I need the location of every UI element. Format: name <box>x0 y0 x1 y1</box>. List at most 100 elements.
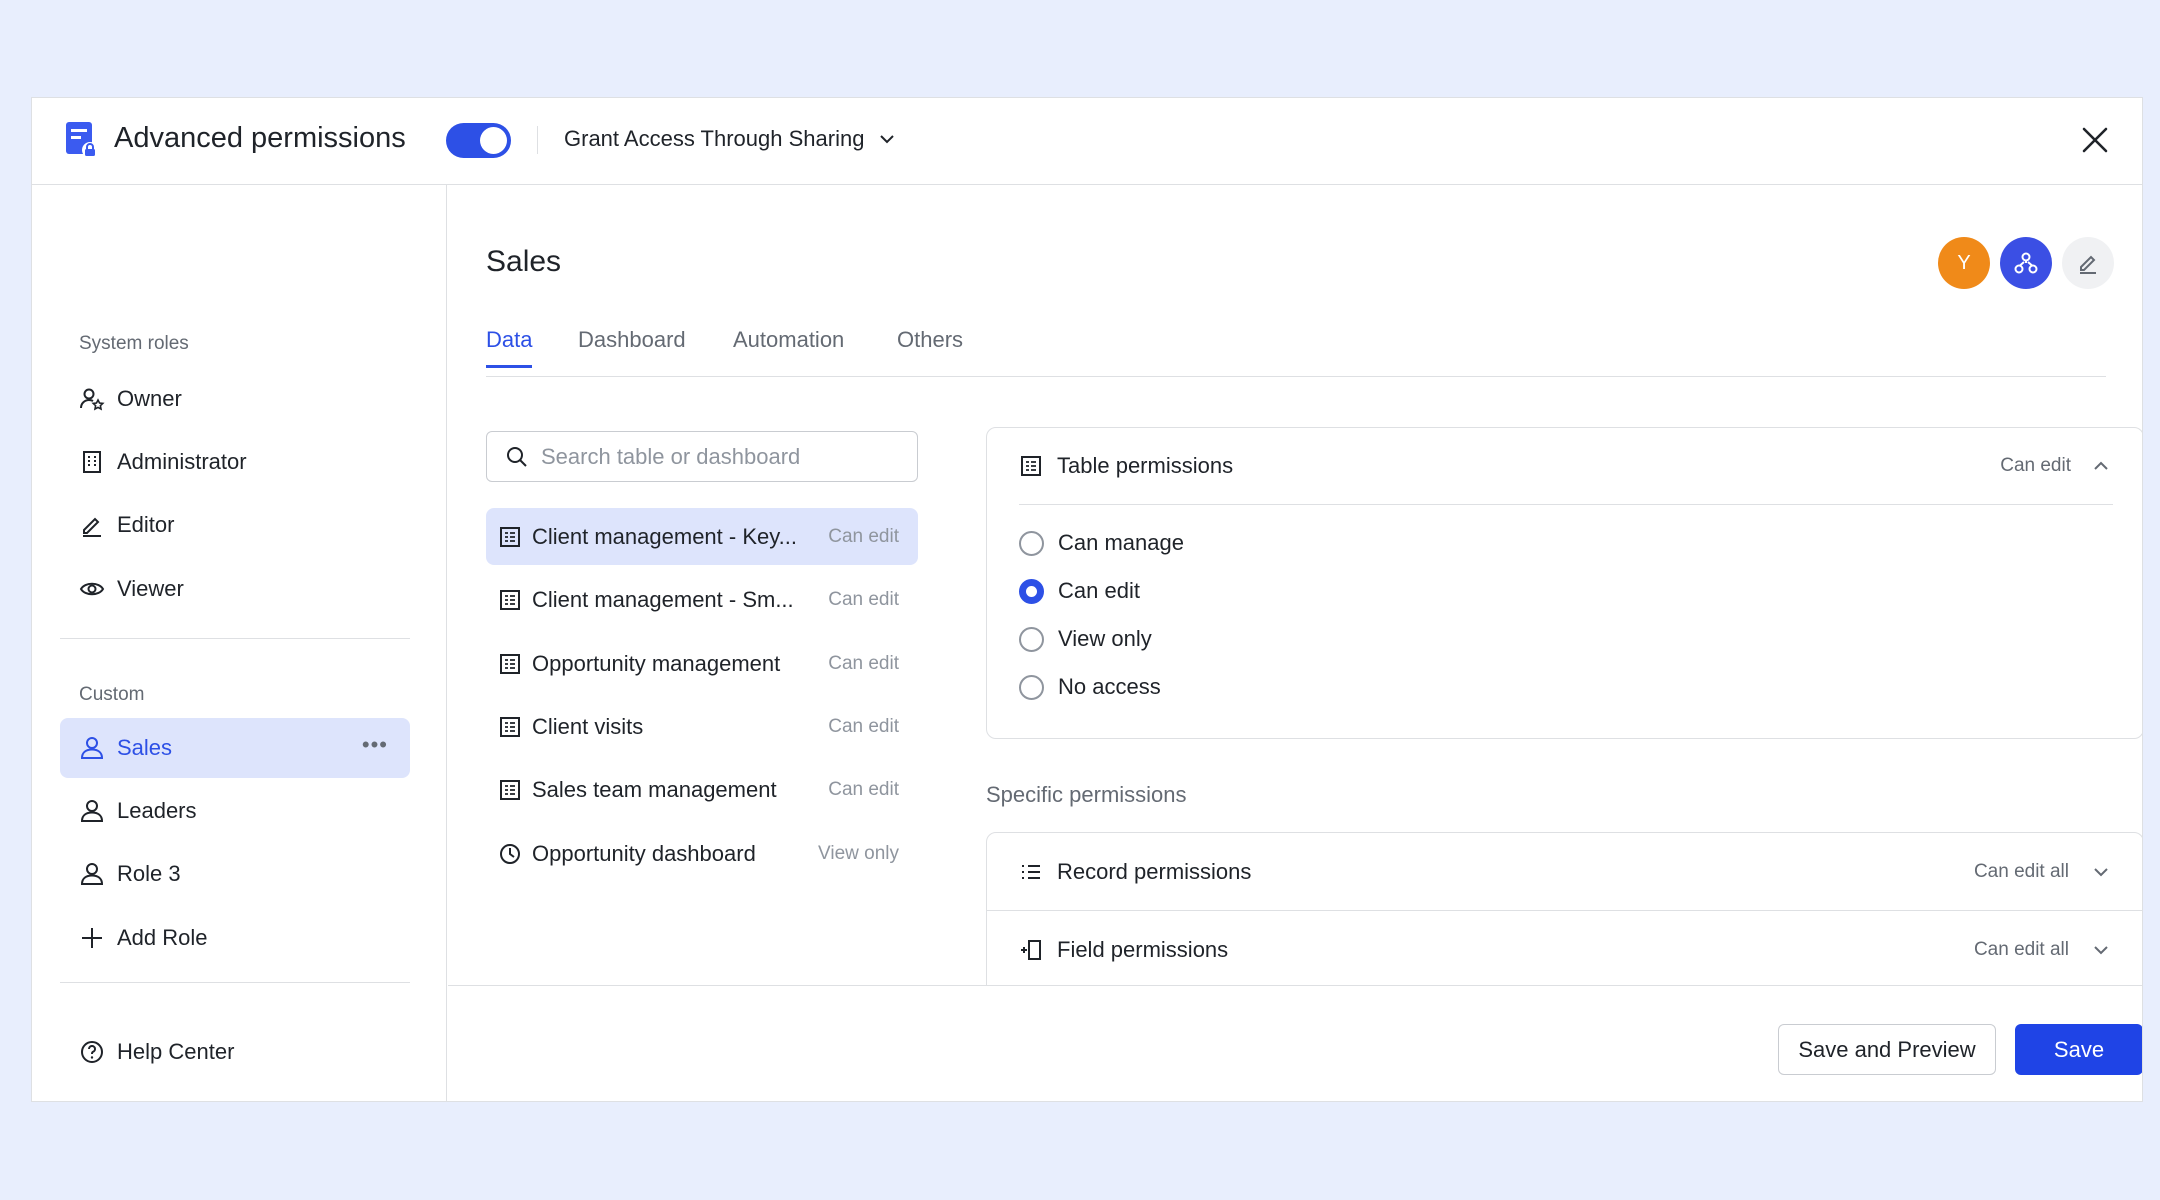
user-icon <box>79 735 105 761</box>
radio-view-only[interactable]: View only <box>1019 626 1152 652</box>
field-permissions-row[interactable]: Field permissions Can edit all <box>987 911 2142 988</box>
radio-can-edit[interactable]: Can edit <box>1019 578 1140 604</box>
record-permissions-value: Can edit all <box>1973 860 2069 882</box>
list-icon <box>1019 860 1043 884</box>
add-role-label: Add Role <box>117 925 208 950</box>
list-item[interactable]: Opportunity dashboard View only <box>486 825 918 882</box>
tab-data[interactable]: Data <box>486 327 533 368</box>
list-item[interactable]: Client visits Can edit <box>486 698 918 755</box>
radio-label: Can manage <box>1058 530 1184 555</box>
record-permissions-row[interactable]: Record permissions Can edit all <box>987 833 2142 910</box>
field-permissions-label: Field permissions <box>1057 936 1229 962</box>
table-icon <box>498 778 522 802</box>
chevron-down-icon[interactable] <box>2089 860 2113 884</box>
add-role-button[interactable]: Add Role <box>60 908 410 968</box>
table-name: Sales team management <box>532 776 777 802</box>
table-name: Opportunity management <box>532 650 781 676</box>
avatar-group: Y <box>1938 237 2114 289</box>
chevron-up-icon[interactable] <box>2089 454 2113 478</box>
table-permissions-label: Table permissions <box>1057 453 1234 478</box>
table-permissions-value: Can edit <box>2000 455 2071 476</box>
sidebar-item-sales[interactable]: Sales ••• <box>60 718 410 778</box>
building-icon <box>79 449 105 475</box>
table-permissions-header[interactable]: Table permissions Can edit <box>1019 428 2113 505</box>
plus-icon <box>79 925 105 951</box>
grant-access-label: Grant Access Through Sharing <box>564 126 865 151</box>
table-perm: Can edit <box>828 652 899 674</box>
sidebar-item-administrator[interactable]: Administrator <box>60 432 410 492</box>
sidebar-item-editor[interactable]: Editor <box>60 495 410 555</box>
tab-dashboard[interactable]: Dashboard <box>578 327 686 365</box>
save-and-preview-button[interactable]: Save and Preview <box>1778 1024 1996 1075</box>
sidebar-item-owner[interactable]: Owner <box>60 369 410 429</box>
radio-no-access[interactable]: No access <box>1019 674 1161 700</box>
specific-permissions-label: Specific permissions <box>986 782 1187 807</box>
more-options-icon[interactable]: ••• <box>362 732 388 758</box>
list-item[interactable]: Client management - Key... Can edit <box>486 508 918 565</box>
tab-others[interactable]: Others <box>897 327 963 365</box>
sidebar-item-label: Editor <box>117 512 175 537</box>
radio-label: No access <box>1058 674 1161 699</box>
table-icon <box>498 588 522 612</box>
table-perm: Can edit <box>828 715 899 737</box>
sidebar-item-label: Owner <box>117 386 182 411</box>
chevron-down-icon <box>880 135 895 144</box>
list-item[interactable]: Opportunity management Can edit <box>486 635 918 692</box>
sidebar-item-label: Role 3 <box>117 861 181 886</box>
table-perm: Can edit <box>828 525 899 547</box>
radio-button-checked[interactable] <box>1019 578 1044 604</box>
org-chart-avatar[interactable] <box>2000 237 2052 289</box>
save-button[interactable]: Save <box>2015 1024 2142 1075</box>
search-icon <box>507 446 527 467</box>
table-icon <box>498 715 522 739</box>
user-icon <box>79 798 105 824</box>
radio-button[interactable] <box>1019 626 1044 652</box>
radio-button[interactable] <box>1019 674 1044 700</box>
header-divider <box>537 126 538 154</box>
tab-automation[interactable]: Automation <box>733 327 844 365</box>
table-perm: Can edit <box>828 778 899 800</box>
chevron-down-icon[interactable] <box>2089 938 2113 962</box>
field-permissions-value: Can edit all <box>1973 938 2069 960</box>
sidebar-item-leaders[interactable]: Leaders <box>60 781 410 841</box>
sidebar-item-viewer[interactable]: Viewer <box>60 559 410 619</box>
edit-members-button[interactable] <box>2062 237 2114 289</box>
table-icon <box>498 652 522 676</box>
table-permissions-card: Table permissions Can edit Can manage Ca… <box>986 427 2142 739</box>
list-item[interactable]: Sales team management Can edit <box>486 761 918 818</box>
radio-can-manage[interactable]: Can manage <box>1019 530 1184 556</box>
table-name: Client visits <box>532 713 644 739</box>
search-box <box>486 431 918 482</box>
sidebar-item-label: Sales <box>117 735 173 760</box>
pencil-icon <box>2080 255 2096 274</box>
radio-label: View only <box>1058 626 1152 651</box>
radio-label: Can edit <box>1058 578 1140 603</box>
custom-roles-label: Custom <box>79 684 145 705</box>
field-icon <box>1019 938 1043 962</box>
sidebar-item-label: Viewer <box>117 576 184 601</box>
table-name: Client management - Sm... <box>532 586 794 612</box>
list-item[interactable]: Client management - Sm... Can edit <box>486 571 918 628</box>
search-input[interactable] <box>541 443 901 470</box>
table-perm: View only <box>818 842 899 864</box>
close-icon[interactable] <box>2075 120 2115 160</box>
permissions-window: Advanced permissions Grant Access Throug… <box>31 97 2143 1102</box>
owner-icon <box>79 386 105 412</box>
grant-access-dropdown[interactable]: Grant Access Through Sharing <box>564 126 896 152</box>
page-title: Advanced permissions <box>114 122 406 154</box>
table-name: Opportunity dashboard <box>532 840 756 866</box>
sidebar-item-label: Leaders <box>117 798 197 823</box>
sidebar-item-label: Administrator <box>117 449 247 474</box>
footer: Save and Preview Save <box>448 985 2142 1101</box>
help-circle-icon <box>79 1039 105 1065</box>
user-icon <box>79 861 105 887</box>
table-icon <box>498 525 522 549</box>
help-center-link[interactable]: Help Center <box>60 1022 410 1082</box>
advanced-permissions-toggle[interactable] <box>446 123 511 158</box>
avatar[interactable]: Y <box>1938 237 1990 289</box>
sidebar-item-role-3[interactable]: Role 3 <box>60 844 410 904</box>
record-permissions-label: Record permissions <box>1057 858 1252 884</box>
system-roles-label: System roles <box>79 333 189 354</box>
radio-button[interactable] <box>1019 530 1044 556</box>
table-perm: Can edit <box>828 588 899 610</box>
